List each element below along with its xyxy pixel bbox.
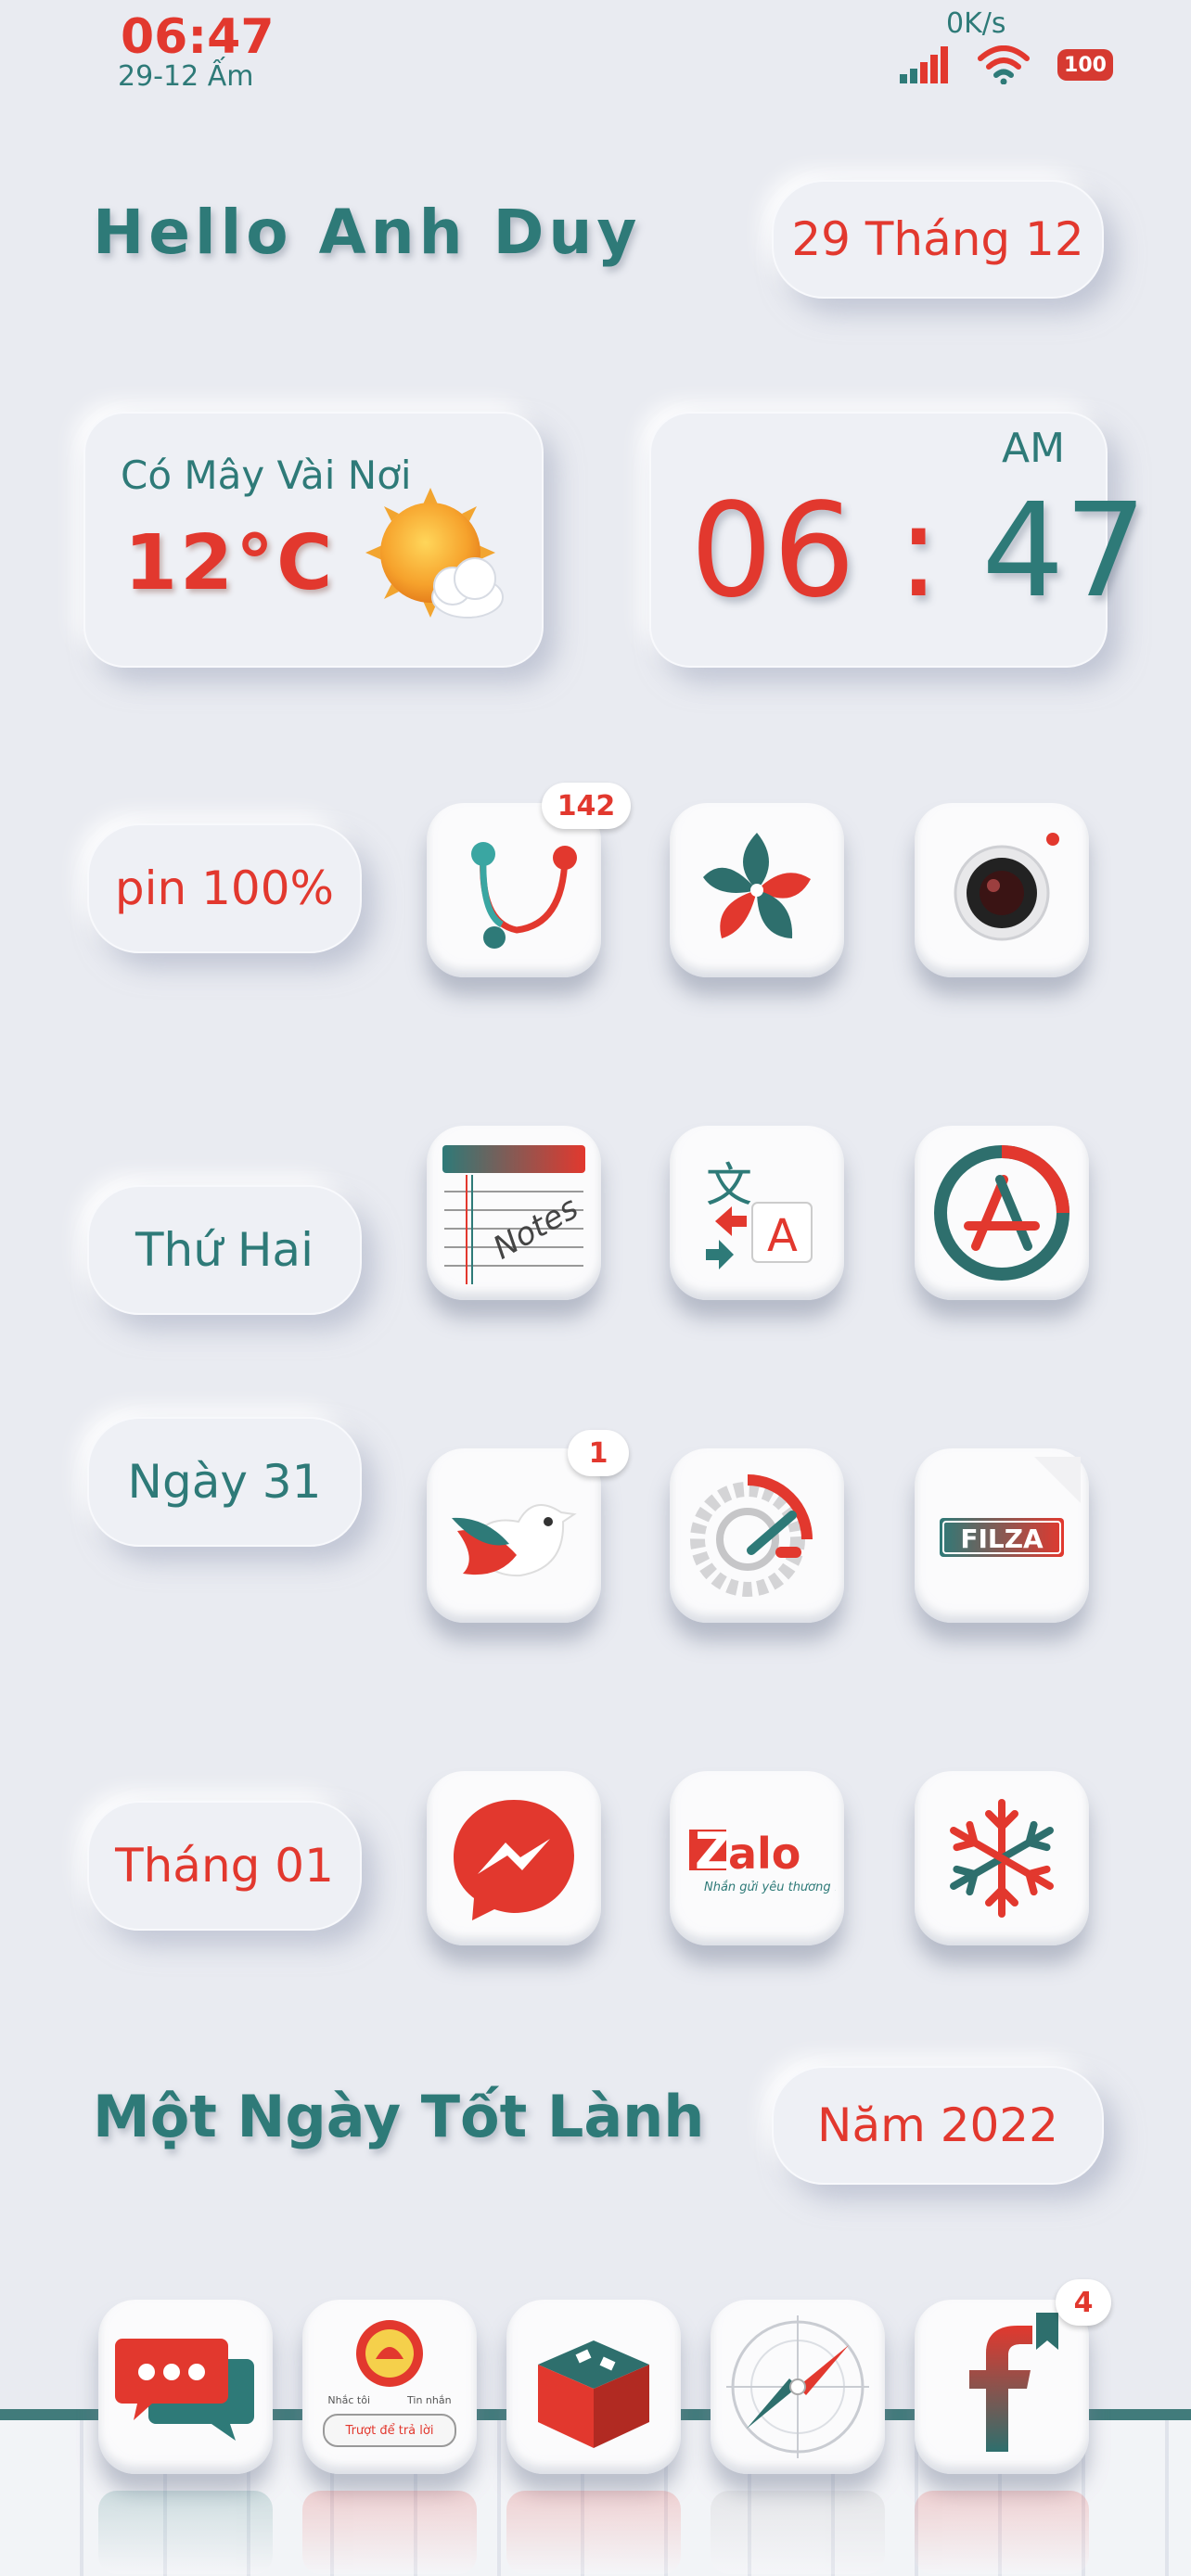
filza-icon[interactable]: FILZA — [915, 1448, 1089, 1623]
zalo-icon[interactable]: Z alo Nhắn gửi yêu thương ! — [670, 1771, 844, 1945]
dock-cydia-box-icon[interactable] — [506, 2300, 681, 2474]
motto-text: Một Ngày Tốt Lành — [93, 2083, 705, 2150]
notification-badge: 1 — [568, 1430, 629, 1476]
dock-phone-icon[interactable]: Nhắc tôi Tin nhắn Trượt để trả lời — [302, 2300, 477, 2474]
clock-ampm: AM — [1002, 425, 1066, 472]
camera-icon[interactable] — [915, 803, 1089, 977]
notification-badge: 4 — [1056, 2279, 1111, 2326]
battery-icon: 100 — [1057, 49, 1113, 81]
notes-icon[interactable]: Notes — [427, 1126, 601, 1300]
pinwheel-photos-icon[interactable] — [670, 803, 844, 977]
dock-messages-icon[interactable] — [98, 2300, 273, 2474]
status-icons: 100 — [900, 41, 1113, 89]
clock-separator: : — [896, 476, 941, 627]
message-label: Tin nhắn — [407, 2394, 452, 2406]
svg-text:alo: alo — [728, 1829, 800, 1879]
translate-icon[interactable]: 文 A — [670, 1126, 844, 1300]
svg-text:文: 文 — [706, 1158, 752, 1212]
sun-cloud-icon — [365, 488, 504, 618]
svg-text:A: A — [767, 1210, 798, 1262]
network-speed: 0K/s — [946, 7, 1006, 40]
svg-text:Z: Z — [695, 1822, 731, 1881]
bird-app-icon[interactable] — [427, 1448, 601, 1623]
greeting-text: Hello Anh Duy — [93, 197, 642, 268]
app-store-icon[interactable] — [915, 1126, 1089, 1300]
slide-to-answer[interactable]: Trượt để trả lời — [323, 2414, 456, 2447]
month-widget[interactable]: Tháng 01 — [87, 1801, 362, 1931]
dock-facebook-icon[interactable] — [915, 2300, 1089, 2474]
weekday-widget[interactable]: Thứ Hai — [87, 1185, 362, 1315]
weather-temperature: 12°C — [124, 519, 336, 607]
snowflake-icon[interactable] — [915, 1771, 1089, 1945]
date-widget[interactable]: 29 Tháng 12 — [772, 180, 1104, 299]
clock-time: 06 : 47 — [690, 482, 1147, 621]
notes-label: Notes — [487, 1190, 584, 1268]
clock-hour: 06 — [690, 476, 856, 627]
dock-reflection — [98, 2491, 1100, 2574]
remind-me-label: Nhắc tôi — [327, 2394, 371, 2406]
cellular-signal-icon — [900, 46, 948, 83]
year-widget[interactable]: Năm 2022 — [772, 2066, 1104, 2185]
day-widget[interactable]: Ngày 31 — [87, 1417, 362, 1547]
clock-minute: 47 — [981, 476, 1147, 627]
battery-widget[interactable]: pin 100% — [87, 823, 362, 953]
status-time: 06:47 — [121, 9, 275, 65]
dock-safari-compass-icon[interactable] — [711, 2300, 885, 2474]
notification-badge: 142 — [542, 783, 631, 829]
club-crest-icon — [356, 2320, 423, 2387]
zalo-tagline: Nhắn gửi yêu thương ! — [704, 1881, 836, 1894]
settings-gear-icon[interactable] — [670, 1448, 844, 1623]
messenger-icon[interactable] — [427, 1771, 601, 1945]
filza-label: FILZA — [960, 1524, 1044, 1554]
wifi-icon — [978, 45, 1030, 84]
status-date: 29-12 Ấm — [118, 60, 254, 93]
stethoscope-app-icon[interactable] — [427, 803, 601, 977]
